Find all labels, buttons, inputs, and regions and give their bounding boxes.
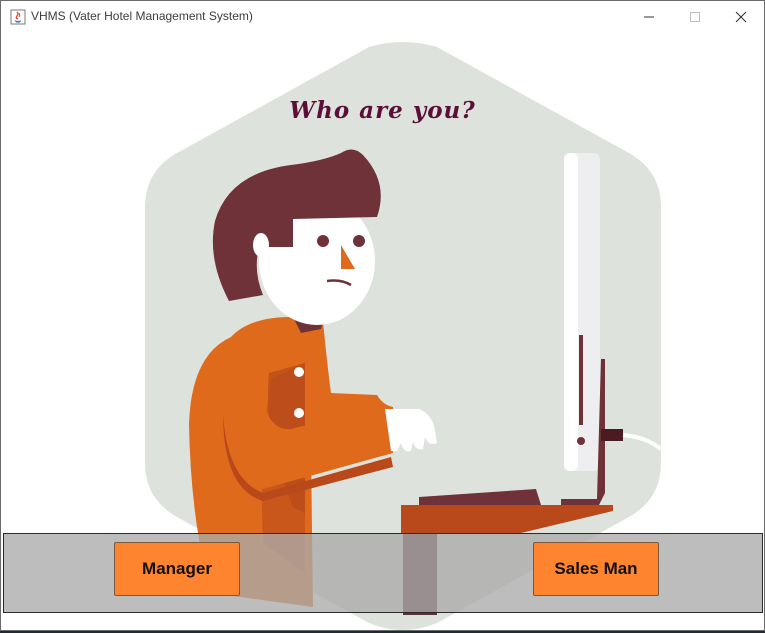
- window-title: VHMS (Vater Hotel Management System): [31, 9, 253, 23]
- page-heading: Who are you?: [289, 97, 476, 124]
- content-area: Who are you? Manager Sales Man: [1, 33, 764, 630]
- close-button[interactable]: [718, 1, 764, 33]
- sales-man-button[interactable]: Sales Man: [533, 542, 659, 596]
- maximize-button[interactable]: [672, 1, 718, 33]
- manager-button[interactable]: Manager: [114, 542, 240, 596]
- minimize-button[interactable]: [626, 1, 672, 33]
- title-bar[interactable]: VHMS (Vater Hotel Management System): [1, 1, 764, 33]
- role-button-panel: Manager Sales Man: [3, 533, 763, 613]
- maximize-icon: [690, 12, 700, 22]
- java-cup-icon: [10, 9, 26, 25]
- close-icon: [735, 11, 747, 23]
- app-window: VHMS (Vater Hotel Management System) Who…: [0, 0, 765, 631]
- minimize-icon: [644, 16, 654, 18]
